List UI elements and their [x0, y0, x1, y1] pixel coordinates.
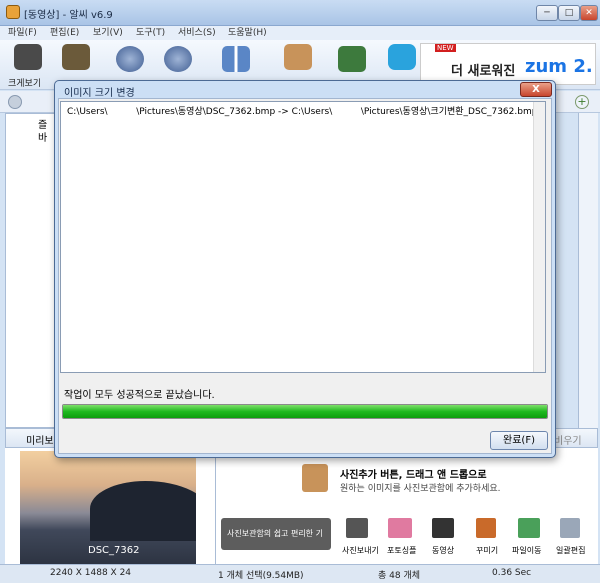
twitter-icon[interactable] [388, 44, 416, 70]
app-icon [6, 5, 20, 19]
storage-hint-subtitle: 원하는 이미지를 사진보관함에 추가하세요. [340, 484, 501, 494]
status-dimensions: 2240 X 1488 X 24 [50, 568, 132, 578]
preview-title: 미리보 [26, 436, 54, 447]
export-icon[interactable] [338, 46, 366, 72]
tool-label-sync: 포토싱플 [387, 546, 417, 555]
tool-label-batch: 일괄편집 [556, 546, 586, 555]
window-title: [동영상] - 알씨 v6.9 [24, 10, 113, 21]
dialog-title: 이미지 크기 변경 [64, 88, 135, 99]
done-button[interactable]: 완료(F) [490, 431, 548, 450]
minimize-button[interactable]: ─ [536, 5, 558, 21]
status-time: 0.36 Sec [492, 568, 532, 578]
move-file-icon[interactable] [518, 518, 540, 538]
ad-new-badge: NEW [435, 44, 456, 52]
magnifier-icon[interactable] [14, 44, 42, 70]
tree-item-desktop[interactable]: 바 [38, 129, 47, 144]
menu-file[interactable]: 파일(F) [8, 26, 37, 40]
storage-box-icon[interactable] [284, 44, 312, 70]
ad-brand: zum 2. [525, 56, 593, 77]
tool-label-send: 사진보내기 [342, 546, 379, 555]
back-icon[interactable] [8, 95, 22, 109]
grid-view-icon[interactable] [222, 46, 250, 72]
dialog-close-button[interactable]: X [520, 82, 552, 97]
slideshow-icon[interactable] [62, 44, 90, 70]
photo-sync-icon[interactable] [388, 518, 412, 538]
clear-button[interactable]: 비우기 [554, 432, 582, 447]
menu-help[interactable]: 도움말(H) [228, 26, 267, 40]
folder-tree [5, 113, 55, 428]
storage-hint-title: 사진추가 버튼, 드래그 앤 드롭으로 [340, 470, 487, 481]
add-icon[interactable]: + [575, 95, 589, 109]
menu-view[interactable]: 보기(V) [93, 26, 123, 40]
rotate-left-icon[interactable] [116, 46, 144, 72]
progress-bar [62, 404, 548, 419]
batch-edit-icon[interactable] [560, 518, 580, 538]
menu-edit[interactable]: 편집(E) [50, 26, 79, 40]
video-icon[interactable] [432, 518, 454, 538]
tool-label-move: 파일이동 [512, 546, 542, 555]
status-message: 작업이 모두 성공적으로 끝났습니다. [64, 390, 215, 401]
storage-banner[interactable]: 사진보관함의 쉽고 편리한 기 [221, 518, 331, 550]
ad-banner[interactable]: NEW 더 새로워진 zum 2. [420, 43, 596, 85]
menu-tools[interactable]: 도구(T) [136, 26, 165, 40]
maximize-button[interactable]: □ [558, 5, 580, 21]
log-scrollbar[interactable] [533, 102, 545, 372]
tool-label-decorate: 꾸미기 [476, 546, 499, 555]
close-window-button[interactable]: ✕ [580, 5, 598, 21]
log-textarea[interactable]: C:\Users\ \Pictures\동영상\DSC_7362.bmp -> … [60, 101, 546, 373]
photo-caption: DSC_7362 [88, 545, 140, 556]
add-photo-icon[interactable] [302, 464, 328, 492]
menu-bar [0, 26, 600, 40]
status-selected: 1 개체 선택(9.54MB) [218, 571, 304, 581]
tool-label-video: 동영상 [432, 546, 455, 555]
progress-fill [63, 405, 547, 418]
status-total: 총 48 개체 [378, 571, 421, 581]
toolbar-label-zoom: 크게보기 [8, 79, 42, 89]
photo-hill [90, 481, 196, 541]
decorate-icon[interactable] [476, 518, 496, 538]
menu-service[interactable]: 서비스(S) [178, 26, 216, 40]
ad-text: 더 새로워진 [451, 64, 516, 79]
rotate-right-icon[interactable] [164, 46, 192, 72]
send-photo-icon[interactable] [346, 518, 368, 538]
right-scrollbar[interactable] [578, 113, 598, 428]
